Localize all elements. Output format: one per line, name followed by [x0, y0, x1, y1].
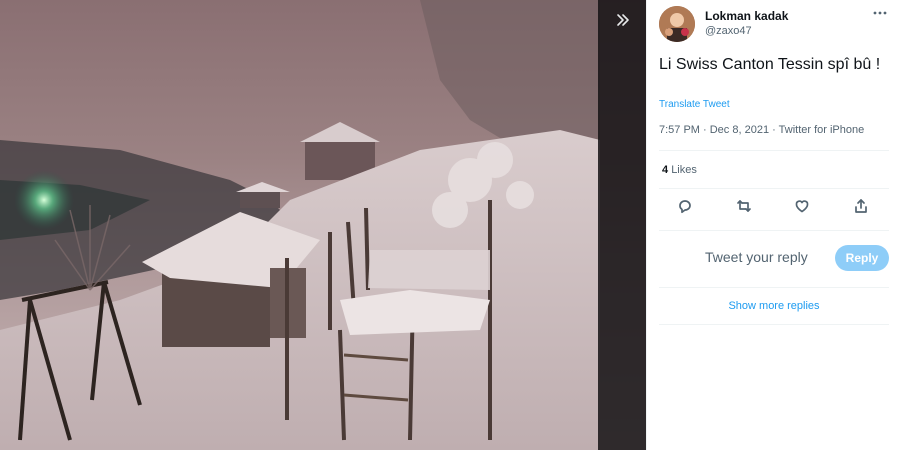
tweet-detail-panel: Lokman kadak @zaxo47 Li Swiss Canton Tes…: [646, 0, 900, 450]
tweet-timestamp[interactable]: 7:57 PM · Dec 8, 2021 · Twitter for iPho…: [659, 124, 864, 136]
more-horizontal-icon: [873, 7, 887, 23]
share-icon: [853, 198, 869, 219]
divider: [659, 287, 889, 288]
share-button[interactable]: [849, 198, 873, 218]
comment-icon: [677, 198, 693, 219]
likes-count[interactable]: 4 Likes: [662, 164, 697, 176]
likes-number: 4: [662, 164, 669, 176]
viewer-side-backdrop: [598, 0, 646, 450]
retweet-button[interactable]: [732, 198, 756, 218]
tweet-actions: [673, 198, 873, 218]
author-handle[interactable]: @zaxo47: [705, 25, 752, 37]
avatar[interactable]: [659, 6, 695, 42]
heart-icon: [794, 198, 810, 219]
collapse-panel-button[interactable]: [607, 6, 639, 38]
tweet-text: Li Swiss Canton Tessin spî bû !: [659, 56, 881, 73]
author-name[interactable]: Lokman kadak: [705, 9, 788, 23]
reply-button[interactable]: [673, 198, 697, 218]
reply-submit-button[interactable]: Reply: [835, 245, 889, 271]
reply-input[interactable]: Tweet your reply: [705, 249, 808, 265]
divider: [659, 230, 889, 231]
media-viewer: [0, 0, 646, 450]
divider: [659, 324, 889, 325]
divider: [659, 150, 889, 151]
retweet-icon: [736, 198, 752, 219]
translate-tweet-link[interactable]: Translate Tweet: [659, 99, 730, 110]
more-options-button[interactable]: [873, 6, 887, 23]
likes-label: Likes: [671, 164, 697, 176]
tweet-photo: [0, 0, 646, 450]
show-more-replies-link[interactable]: Show more replies: [647, 300, 900, 312]
divider: [659, 188, 889, 189]
double-chevron-right-icon: [615, 11, 631, 34]
like-button[interactable]: [790, 198, 814, 218]
